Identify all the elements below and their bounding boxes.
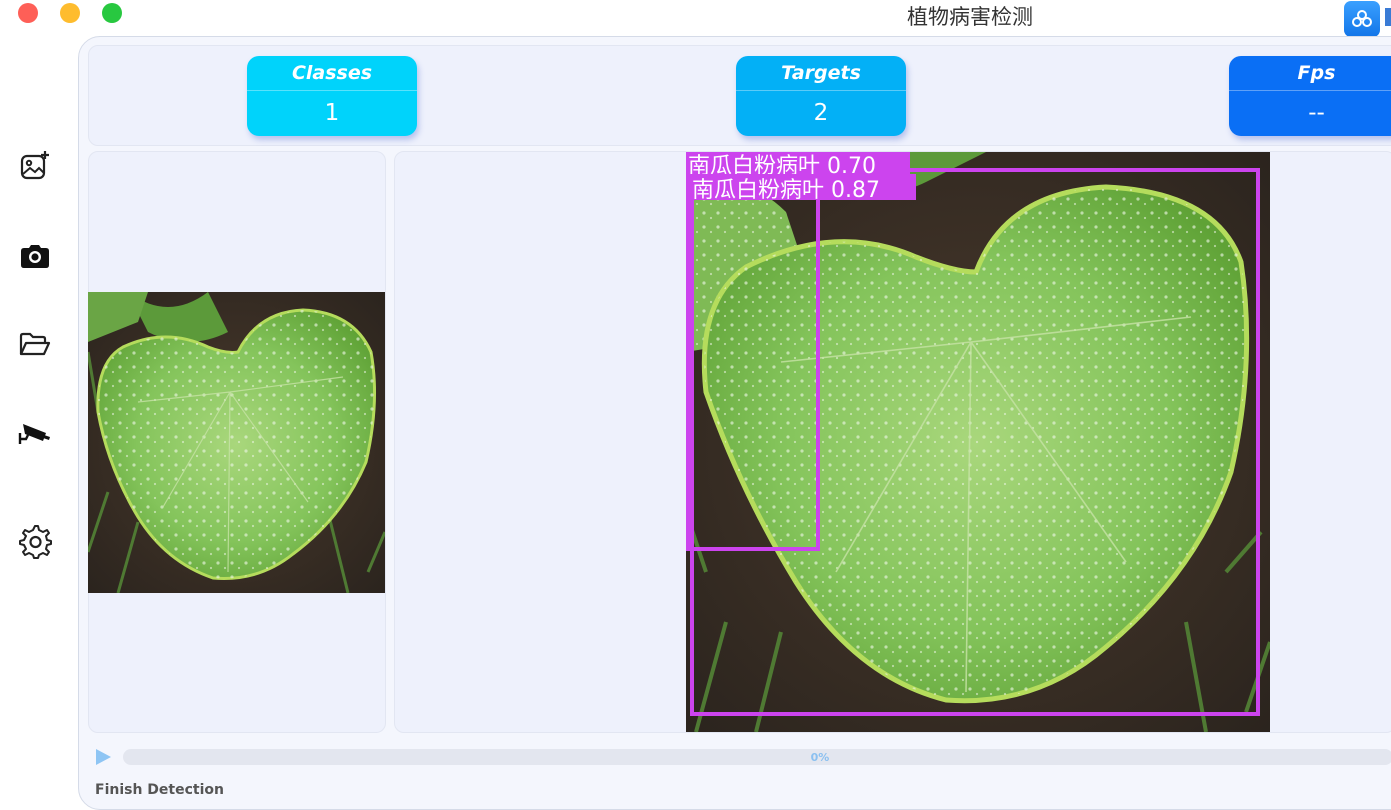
close-window-button[interactable] bbox=[18, 3, 38, 23]
window-title: 植物病害检测 bbox=[907, 5, 1033, 29]
video-camera-icon bbox=[18, 424, 50, 444]
bbox-label-1: 南瓜白粉病叶 0.87 bbox=[692, 178, 880, 203]
app-icon[interactable] bbox=[1344, 1, 1380, 37]
video-camera-button[interactable] bbox=[16, 414, 54, 452]
gear-icon bbox=[19, 525, 52, 559]
settings-button[interactable] bbox=[16, 522, 54, 560]
cloud-icon bbox=[1352, 10, 1372, 27]
targets-value: 2 bbox=[813, 100, 829, 126]
fps-value: -- bbox=[1308, 100, 1325, 126]
open-image-button[interactable] bbox=[16, 148, 54, 186]
minimize-window-button[interactable] bbox=[60, 3, 80, 23]
play-button[interactable] bbox=[93, 747, 113, 767]
detected-leaf-image: 南瓜白粉病叶 0.70 南瓜白粉病叶 0.87 bbox=[686, 152, 1270, 732]
classes-label: Classes bbox=[247, 56, 417, 91]
window-edge-marker bbox=[1385, 8, 1391, 26]
title-bar: 植物病害检测 bbox=[0, 0, 1391, 37]
targets-label: Targets bbox=[736, 56, 906, 91]
maximize-window-button[interactable] bbox=[102, 3, 122, 23]
targets-card: Targets 2 bbox=[736, 56, 906, 136]
sidebar bbox=[0, 36, 78, 809]
camera-button[interactable] bbox=[16, 238, 54, 276]
status-text: Finish Detection bbox=[95, 782, 224, 798]
open-folder-button[interactable] bbox=[16, 326, 54, 364]
classes-card: Classes 1 bbox=[247, 56, 417, 136]
progress-bar[interactable] bbox=[123, 749, 1391, 765]
folder-open-icon bbox=[19, 332, 51, 356]
progress-text: 0% bbox=[810, 751, 830, 764]
camera-icon bbox=[21, 245, 49, 268]
classes-value: 1 bbox=[324, 100, 340, 126]
original-leaf-image bbox=[88, 292, 385, 593]
image-add-icon bbox=[20, 151, 49, 180]
play-icon bbox=[96, 749, 111, 765]
fps-label: Fps bbox=[1229, 56, 1391, 91]
fps-card: Fps -- bbox=[1229, 56, 1391, 136]
